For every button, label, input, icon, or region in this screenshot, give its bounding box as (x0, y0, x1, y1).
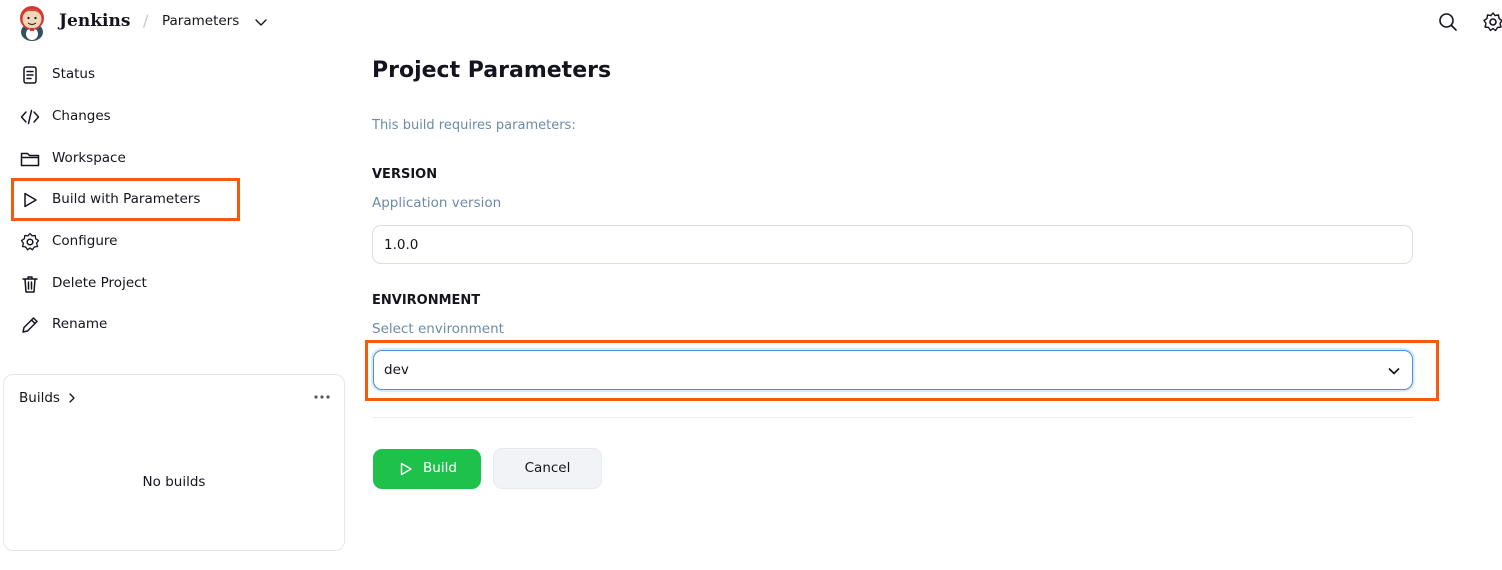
sidebar-item-rename[interactable]: Rename (12, 306, 238, 344)
pencil-icon (22, 317, 38, 333)
jenkins-logo-icon[interactable] (16, 2, 48, 42)
gear-icon (20, 232, 40, 251)
param-name-version: VERSION (372, 167, 438, 182)
param-description-version: Application version (372, 195, 502, 211)
param-name-environment: ENVIRONMENT (372, 293, 481, 308)
page-title: Project Parameters (372, 58, 612, 83)
sidebar-item-label: Configure (52, 233, 118, 249)
builds-title[interactable]: Builds (19, 390, 60, 406)
sidebar-item-configure[interactable]: Configure (12, 223, 238, 261)
folder-icon (20, 152, 40, 167)
brand-title[interactable]: Jenkins (59, 11, 130, 31)
code-icon (20, 109, 40, 125)
gear-icon[interactable] (1482, 11, 1502, 33)
sidebar-item-status[interactable]: Status (12, 56, 238, 94)
chevron-right-icon[interactable] (65, 391, 79, 405)
sidebar-item-delete-project[interactable]: Delete Project (12, 265, 238, 303)
sidebar-item-label: Status (52, 66, 96, 82)
search-icon[interactable] (1437, 11, 1459, 33)
sidebar-item-label: Delete Project (52, 275, 147, 291)
sidebar-item-label: Rename (52, 316, 108, 332)
builds-panel: Builds No builds (3, 374, 345, 551)
empty-builds-message: No builds (142, 474, 206, 490)
breadcrumb-separator: / (143, 11, 149, 30)
chevron-down-icon[interactable] (253, 14, 269, 30)
sidebar-item-workspace[interactable]: Workspace (12, 140, 238, 178)
document-icon (23, 66, 37, 84)
build-button-label: Build (423, 460, 457, 476)
top-header: Jenkins / Parameters (0, 0, 1502, 44)
breadcrumb-parameters[interactable]: Parameters (162, 13, 239, 29)
sidebar-item-label: Workspace (52, 150, 126, 166)
divider (372, 417, 1413, 418)
highlight-box-sidebar (11, 178, 240, 221)
cancel-button[interactable]: Cancel (493, 448, 602, 489)
cancel-button-label: Cancel (524, 460, 571, 476)
play-icon (400, 462, 412, 476)
build-button[interactable]: Build (373, 449, 481, 489)
more-options-icon[interactable] (312, 389, 332, 405)
chevron-down-icon (1388, 368, 1400, 375)
sidebar-item-changes[interactable]: Changes (12, 98, 238, 136)
trash-icon (22, 276, 38, 293)
sidebar-item-label: Changes (52, 108, 111, 124)
version-input[interactable] (372, 225, 1413, 264)
intro-text: This build requires parameters: (372, 118, 576, 133)
environment-select-value: dev (384, 362, 409, 378)
param-description-environment: Select environment (372, 321, 504, 337)
environment-select[interactable]: dev (373, 350, 1413, 390)
